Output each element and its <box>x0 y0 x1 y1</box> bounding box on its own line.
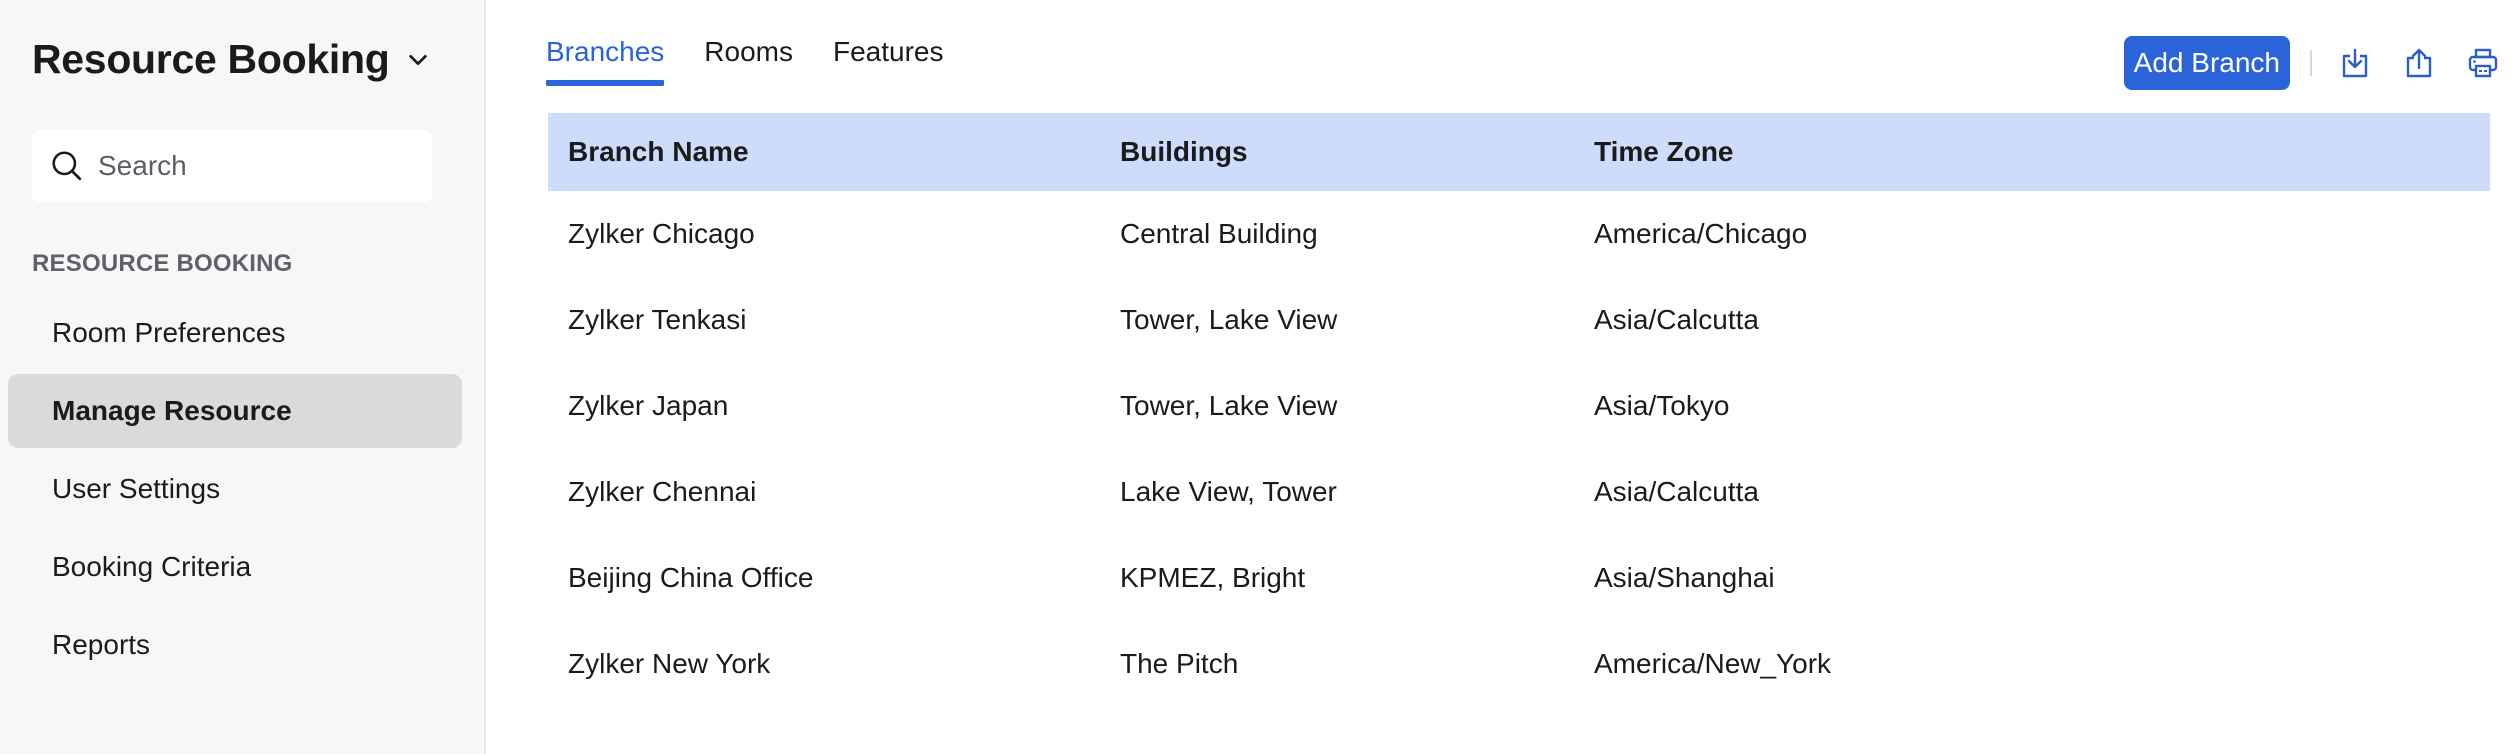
sidebar-nav: Room Preferences Manage Resource User Se… <box>8 296 462 686</box>
sidebar-item-booking-criteria[interactable]: Booking Criteria <box>8 530 462 604</box>
chevron-down-icon <box>409 54 428 65</box>
time-zone-cell: America/Chicago <box>1594 218 1808 249</box>
branch-name-cell: Zylker Japan <box>568 390 729 421</box>
print-button[interactable] <box>2466 46 2500 80</box>
search-input[interactable] <box>98 150 418 182</box>
main-content: Branches Rooms Features Add Branch Branc… <box>486 0 2516 754</box>
sidebar-item-room-preferences[interactable]: Room Preferences <box>8 296 462 370</box>
time-zone-cell: Asia/Tokyo <box>1594 390 1730 421</box>
tab-rooms[interactable]: Rooms <box>704 36 793 86</box>
search-icon <box>52 151 82 181</box>
app: Resource Booking RESOURCE BOOKING Room P… <box>0 0 2516 754</box>
time-zone-cell: Asia/Shanghai <box>1594 562 1775 593</box>
column-header-time-zone[interactable]: Time Zone <box>1574 136 2490 168</box>
table-row[interactable]: Zylker Chennai Lake View, Tower Asia/Cal… <box>548 449 2490 535</box>
toolbar: Add Branch <box>2123 36 2516 90</box>
export-button[interactable] <box>2402 46 2436 80</box>
table-row[interactable]: Zylker Chicago Central Building America/… <box>548 191 2490 277</box>
branch-name-cell: Beijing China Office <box>568 562 814 593</box>
sidebar-item-reports[interactable]: Reports <box>8 608 462 682</box>
table-header: Branch Name Buildings Time Zone <box>548 113 2490 191</box>
branch-name-cell: Zylker Chennai <box>568 476 757 507</box>
sidebar: Resource Booking RESOURCE BOOKING Room P… <box>0 0 486 754</box>
time-zone-cell: Asia/Calcutta <box>1594 304 1759 335</box>
tab-bar: Branches Rooms Features <box>546 36 944 86</box>
tab-features[interactable]: Features <box>833 36 944 86</box>
buildings-cell: KPMEZ, Bright <box>1120 562 1306 593</box>
section-label: RESOURCE BOOKING <box>32 250 293 277</box>
buildings-cell: Lake View, Tower <box>1120 476 1337 507</box>
toolbar-divider <box>2310 50 2312 76</box>
print-icon <box>2468 48 2498 78</box>
table-row[interactable]: Zylker Japan Tower, Lake View Asia/Tokyo <box>548 363 2490 449</box>
import-icon <box>2342 48 2368 78</box>
buildings-cell: Tower, Lake View <box>1120 304 1338 335</box>
branch-name-cell: Zylker Tenkasi <box>568 304 747 335</box>
add-branch-button[interactable]: Add Branch <box>2123 36 2290 90</box>
buildings-cell: The Pitch <box>1120 648 1239 679</box>
buildings-cell: Tower, Lake View <box>1120 390 1338 421</box>
table-row[interactable]: Beijing China Office KPMEZ, Bright Asia/… <box>548 535 2490 621</box>
search-box[interactable] <box>32 130 432 202</box>
branch-name-cell: Zylker New York <box>568 648 771 679</box>
table-body: Zylker Chicago Central Building America/… <box>548 191 2490 707</box>
table-row[interactable]: Zylker New York The Pitch America/New_Yo… <box>548 621 2490 707</box>
app-switcher[interactable]: Resource Booking <box>32 36 429 83</box>
table-row[interactable]: Zylker Tenkasi Tower, Lake View Asia/Cal… <box>548 277 2490 363</box>
sidebar-item-user-settings[interactable]: User Settings <box>8 452 462 526</box>
tab-branches[interactable]: Branches <box>546 36 665 86</box>
import-button[interactable] <box>2338 46 2372 80</box>
time-zone-cell: America/New_York <box>1594 648 1832 679</box>
time-zone-cell: Asia/Calcutta <box>1594 476 1759 507</box>
column-header-buildings[interactable]: Buildings <box>1100 136 1574 168</box>
buildings-cell: Central Building <box>1120 218 1318 249</box>
app-title: Resource Booking <box>32 36 390 82</box>
branch-name-cell: Zylker Chicago <box>568 218 755 249</box>
export-icon <box>2406 48 2432 78</box>
column-header-branch-name[interactable]: Branch Name <box>548 136 1100 168</box>
branches-table: Branch Name Buildings Time Zone Zylker C… <box>548 113 2490 707</box>
sidebar-item-manage-resource[interactable]: Manage Resource <box>8 374 462 448</box>
